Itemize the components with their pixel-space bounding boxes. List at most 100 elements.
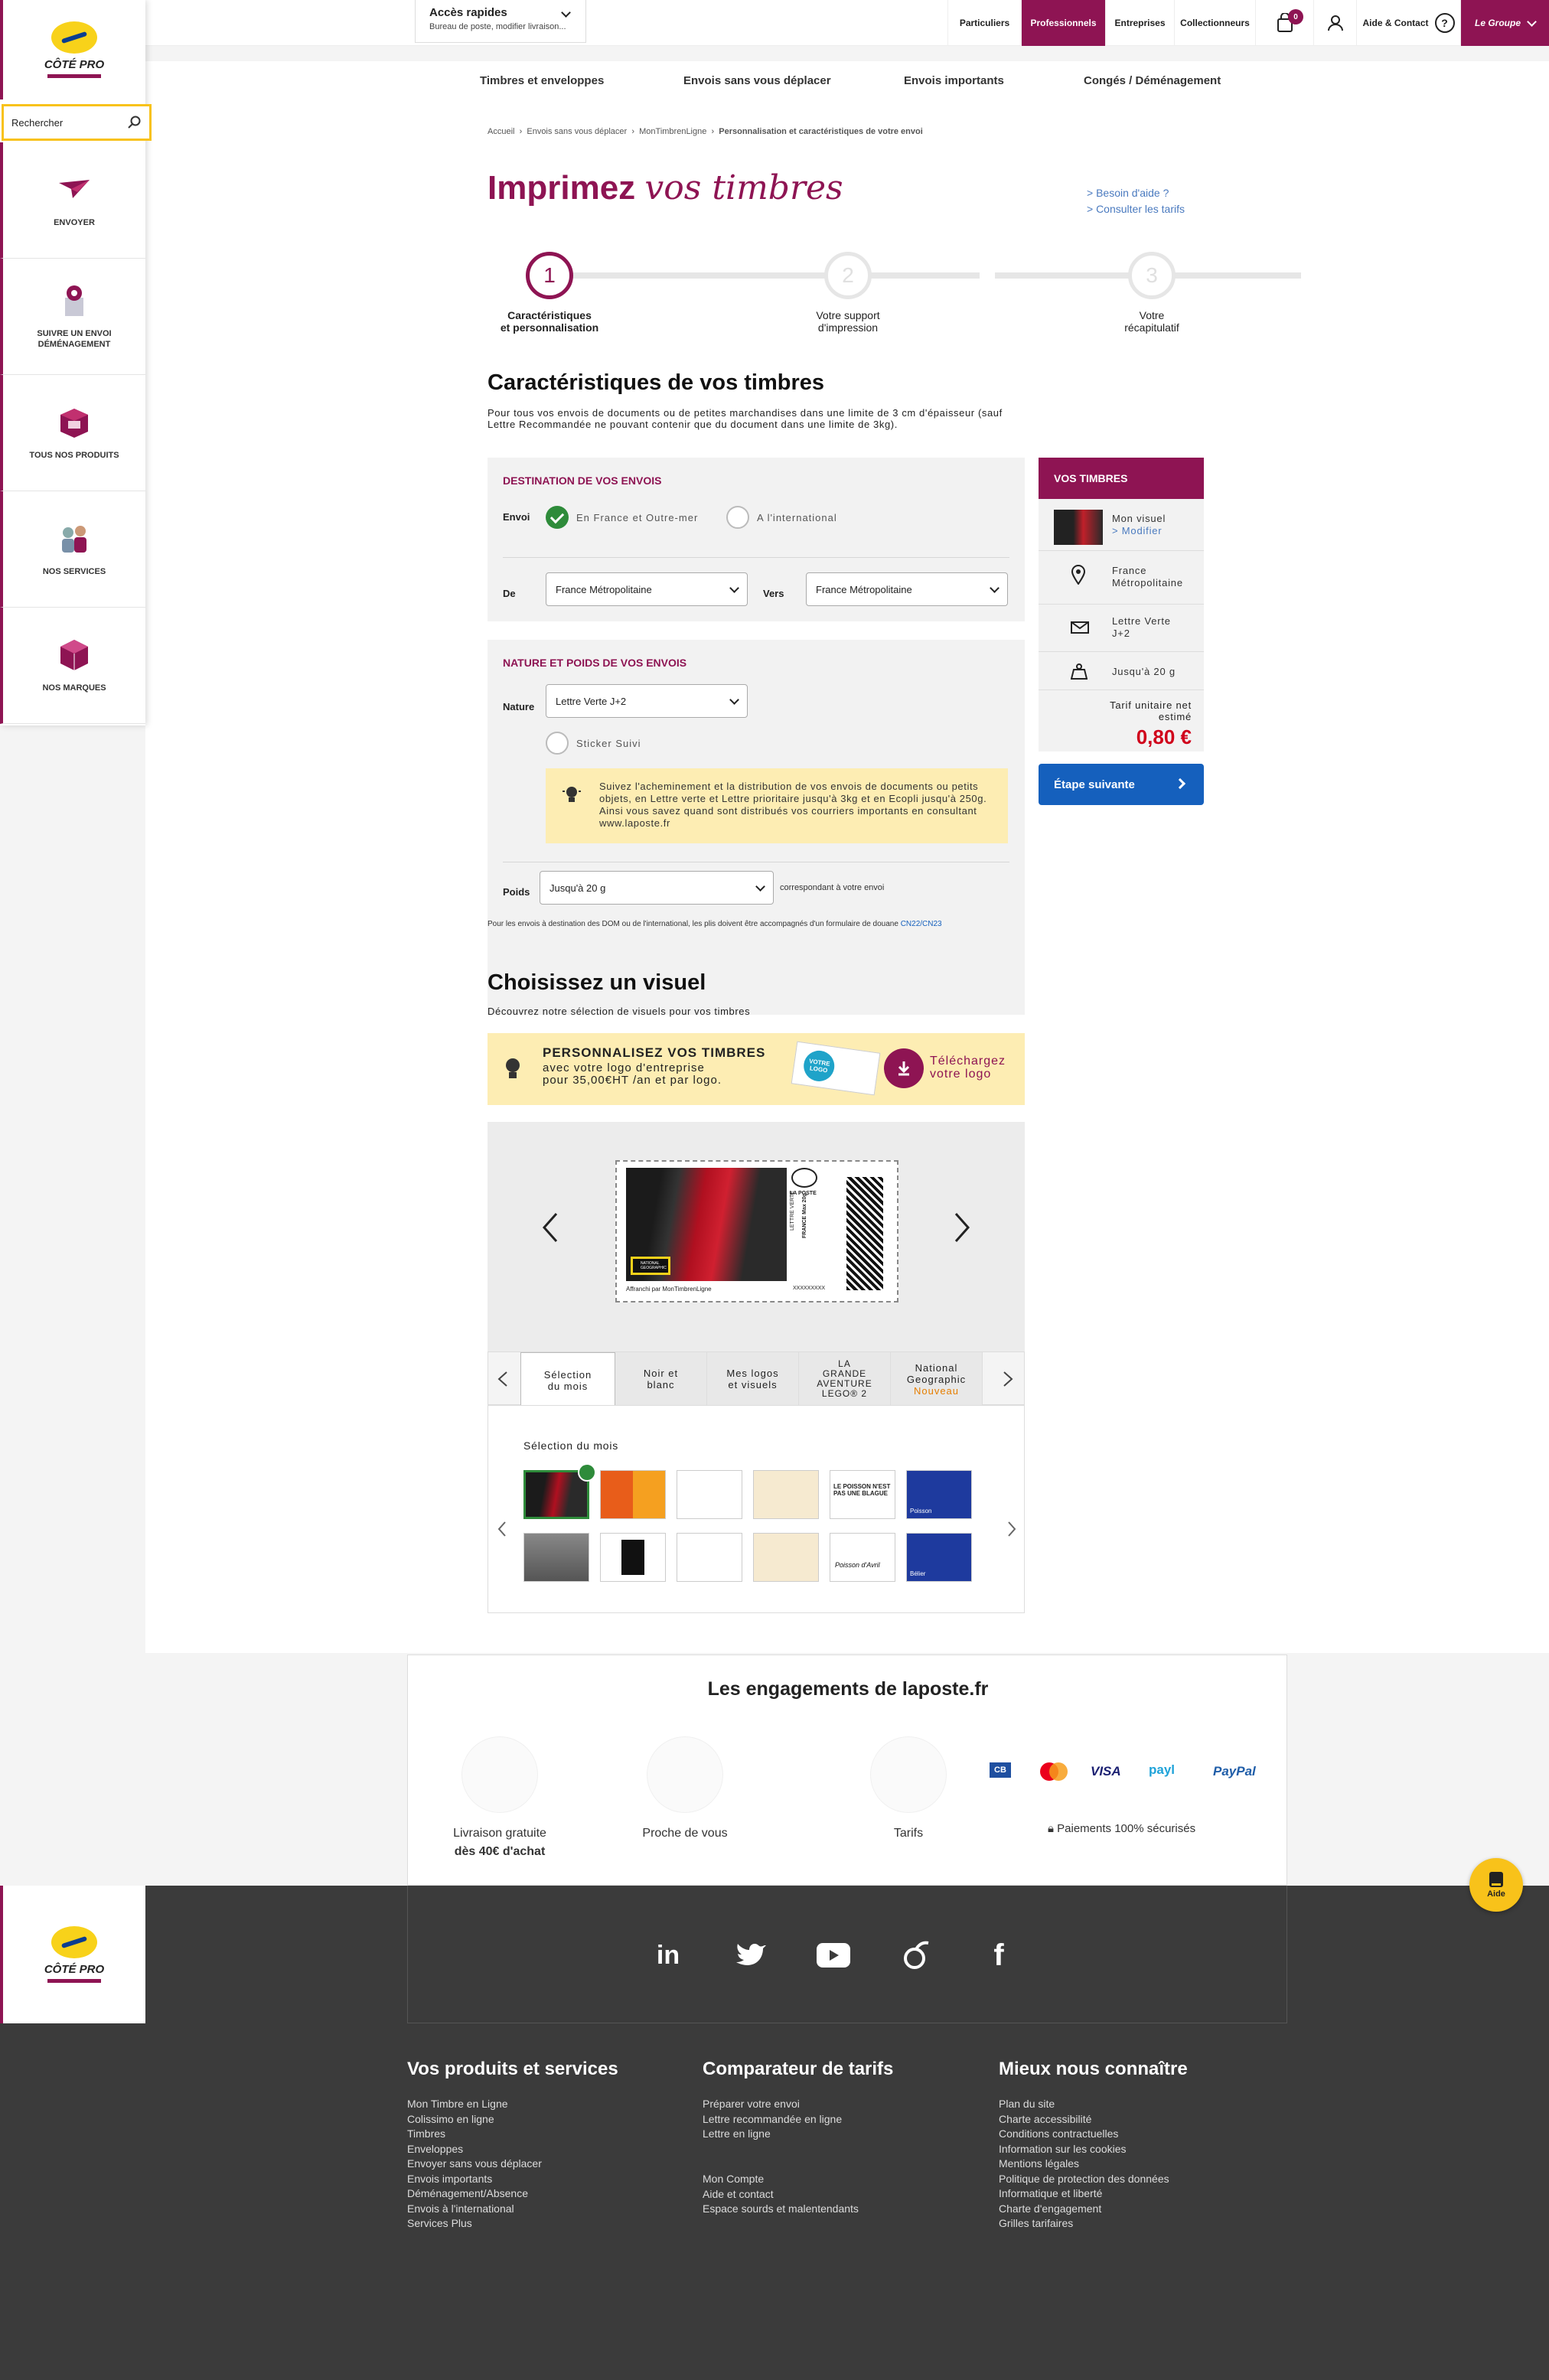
help-link[interactable]: > Besoin d'aide ? (1087, 185, 1185, 201)
quick-access-dropdown[interactable]: Accès rapides Bureau de poste, modifier … (415, 0, 586, 43)
cart-button[interactable]: 0 (1255, 0, 1313, 46)
thumb-birds[interactable] (753, 1470, 819, 1519)
footer-link[interactable]: Conditions contractuelles (999, 2127, 1169, 2142)
thumb-belier[interactable]: Bélier (906, 1533, 972, 1582)
sticker-suivi-checkbox[interactable] (546, 732, 569, 755)
le-groupe-label: Le Groupe (1474, 18, 1521, 28)
breadcrumb-item[interactable]: Accueil (488, 127, 514, 136)
breadcrumb-item[interactable]: MonTimbrenLigne (639, 127, 706, 136)
gallery-prev-arrow-icon[interactable] (497, 1521, 507, 1537)
search-icon[interactable] (128, 116, 142, 129)
aide-chat-button[interactable]: Aide (1469, 1858, 1523, 1912)
thumb-poisson-avril[interactable]: Poisson d'Avril (830, 1533, 895, 1582)
nav-entreprises[interactable]: Entreprises (1105, 0, 1174, 46)
thumb-poisson-zodiac[interactable]: Poisson (906, 1470, 972, 1519)
sidebar-item-label: NOS SERVICES (42, 566, 106, 576)
laposte-app-icon[interactable] (897, 1936, 935, 1974)
footer-link[interactable]: Lettre recommandée en ligne (703, 2112, 842, 2127)
tab-national-geographic[interactable]: National Geographic Nouveau (891, 1352, 983, 1406)
footer-link[interactable]: Mon Timbre en Ligne (407, 2097, 542, 2112)
footer-link[interactable]: Grilles tarifaires (999, 2216, 1169, 2232)
tab-lego[interactable]: LA GRANDE AVENTURE LEGO® 2 (799, 1352, 891, 1406)
carousel-next-arrow-icon[interactable] (953, 1212, 971, 1243)
facebook-icon[interactable]: f (980, 1936, 1018, 1974)
footer-link[interactable]: Charte d'engagement (999, 2202, 1169, 2217)
nav-particuliers[interactable]: Particuliers (947, 0, 1021, 46)
sidebar-item-suivre[interactable]: SUIVRE UN ENVOI DÉMÉNAGEMENT (0, 259, 145, 375)
visual-category-tabs: Sélection du mois Noir et blanc Mes logo… (488, 1351, 1025, 1407)
footer-link[interactable]: Mentions légales (999, 2157, 1169, 2172)
footer-link[interactable]: Envoyer sans vous déplacer (407, 2157, 542, 2172)
thumb-eiffel[interactable] (523, 1533, 589, 1582)
footer-link[interactable]: Espace sourds et malentendants (703, 2202, 859, 2217)
subnav-envois-importants[interactable]: Envois importants (904, 74, 1004, 87)
footer-link[interactable]: Préparer votre envoi (703, 2097, 842, 2112)
footer-laposte-logo[interactable]: CÔTÉ PRO (0, 1886, 145, 2023)
tab-noir-et-blanc[interactable]: Noir et blanc (615, 1352, 707, 1406)
download-logo-link[interactable]: Téléchargez votre logo (930, 1055, 1006, 1081)
tab-label: National Geographic (906, 1361, 967, 1385)
tab-selection-du-mois[interactable]: Sélection du mois (520, 1352, 615, 1407)
footer-link[interactable]: Informatique et liberté (999, 2186, 1169, 2202)
search-input[interactable]: Rechercher (2, 104, 152, 141)
summary-modify-link[interactable]: > Modifier (1112, 525, 1162, 537)
sidebar-item-envoyer[interactable]: ENVOYER (0, 142, 145, 259)
next-step-button[interactable]: Étape suivante (1039, 764, 1204, 805)
subnav-envois-sans-deplacer[interactable]: Envois sans vous déplacer (683, 74, 831, 87)
tabs-prev-arrow-icon[interactable] (497, 1371, 508, 1387)
gallery-next-arrow-icon[interactable] (1007, 1521, 1016, 1537)
footer-link[interactable]: Timbres (407, 2127, 542, 2142)
laposte-logo[interactable]: CÔTÉ PRO (0, 0, 145, 99)
linkedin-icon[interactable]: in (649, 1936, 687, 1974)
tarifs-link[interactable]: > Consulter les tarifs (1087, 201, 1185, 217)
sidebar-item-services[interactable]: NOS SERVICES (0, 491, 145, 608)
thumb-parrot-selected[interactable] (523, 1463, 596, 1519)
footer-link[interactable]: Charte accessibilité (999, 2112, 1169, 2127)
account-button[interactable] (1313, 0, 1356, 46)
footer-link[interactable]: Politique de protection des données (999, 2172, 1169, 2187)
nav-collectionneurs[interactable]: Collectionneurs (1174, 0, 1255, 46)
carousel-prev-arrow-icon[interactable] (541, 1212, 559, 1243)
nature-label: Nature (503, 701, 535, 712)
de-select[interactable]: France Métropolitaine (546, 572, 748, 606)
aide-contact-link[interactable]: Aide & Contact ? (1356, 0, 1460, 46)
nav-professionnels[interactable]: Professionnels (1021, 0, 1105, 46)
tab-mes-logos[interactable]: Mes logos et visuels (707, 1352, 799, 1406)
footer-link[interactable]: Aide et contact (703, 2187, 859, 2202)
customs-link[interactable]: CN22/CN23 (901, 920, 942, 928)
footer-link[interactable]: Colissimo en ligne (407, 2112, 542, 2127)
sidebar-item-produits[interactable]: TOUS NOS PRODUITS (0, 375, 145, 491)
thumb-lego-sketch[interactable] (677, 1533, 742, 1582)
tabs-next-arrow-icon[interactable] (1003, 1371, 1013, 1387)
thumb-poisson-blague[interactable]: LE POISSON N'EST PAS UNE BLAGUE (830, 1470, 895, 1519)
footer-link[interactable]: Lettre en ligne (703, 2127, 842, 2142)
poids-select[interactable]: Jusqu'à 20 g (540, 871, 774, 905)
sidebar-item-label: NOS MARQUES (42, 683, 106, 693)
breadcrumb-item[interactable]: Envois sans vous déplacer (527, 127, 627, 136)
subnav-conges[interactable]: Congés / Déménagement (1084, 74, 1221, 87)
footer-link[interactable]: Déménagement/Absence (407, 2186, 542, 2202)
radio-france-checked[interactable] (546, 506, 569, 529)
youtube-icon[interactable] (814, 1936, 853, 1974)
footer-link[interactable]: Services Plus (407, 2216, 542, 2232)
radio-international[interactable] (726, 506, 749, 529)
thumb-teapot[interactable] (753, 1533, 819, 1582)
footer-link[interactable]: Envois à l'international (407, 2202, 542, 2217)
vers-select[interactable]: France Métropolitaine (806, 572, 1008, 606)
thumb-lego-emmet[interactable] (600, 1470, 666, 1519)
sidebar-item-marques[interactable]: NOS MARQUES (0, 608, 145, 724)
le-groupe-dropdown[interactable]: Le Groupe (1460, 0, 1549, 46)
step-number: 2 (842, 263, 854, 287)
thumb-lego-batman[interactable] (600, 1533, 666, 1582)
footer-link[interactable]: Mon Compte (703, 2172, 859, 2187)
thumb-drawing[interactable] (677, 1470, 742, 1519)
destination-title: DESTINATION DE VOS ENVOIS (503, 474, 662, 487)
footer-link[interactable]: Plan du site (999, 2097, 1169, 2112)
download-logo-button[interactable] (884, 1048, 924, 1088)
footer-link[interactable]: Information sur les cookies (999, 2142, 1169, 2157)
nature-select[interactable]: Lettre Verte J+2 (546, 684, 748, 718)
footer-link[interactable]: Envois importants (407, 2172, 542, 2187)
subnav-timbres[interactable]: Timbres et enveloppes (480, 74, 604, 87)
twitter-icon[interactable] (732, 1936, 770, 1974)
footer-link[interactable]: Enveloppes (407, 2142, 542, 2157)
